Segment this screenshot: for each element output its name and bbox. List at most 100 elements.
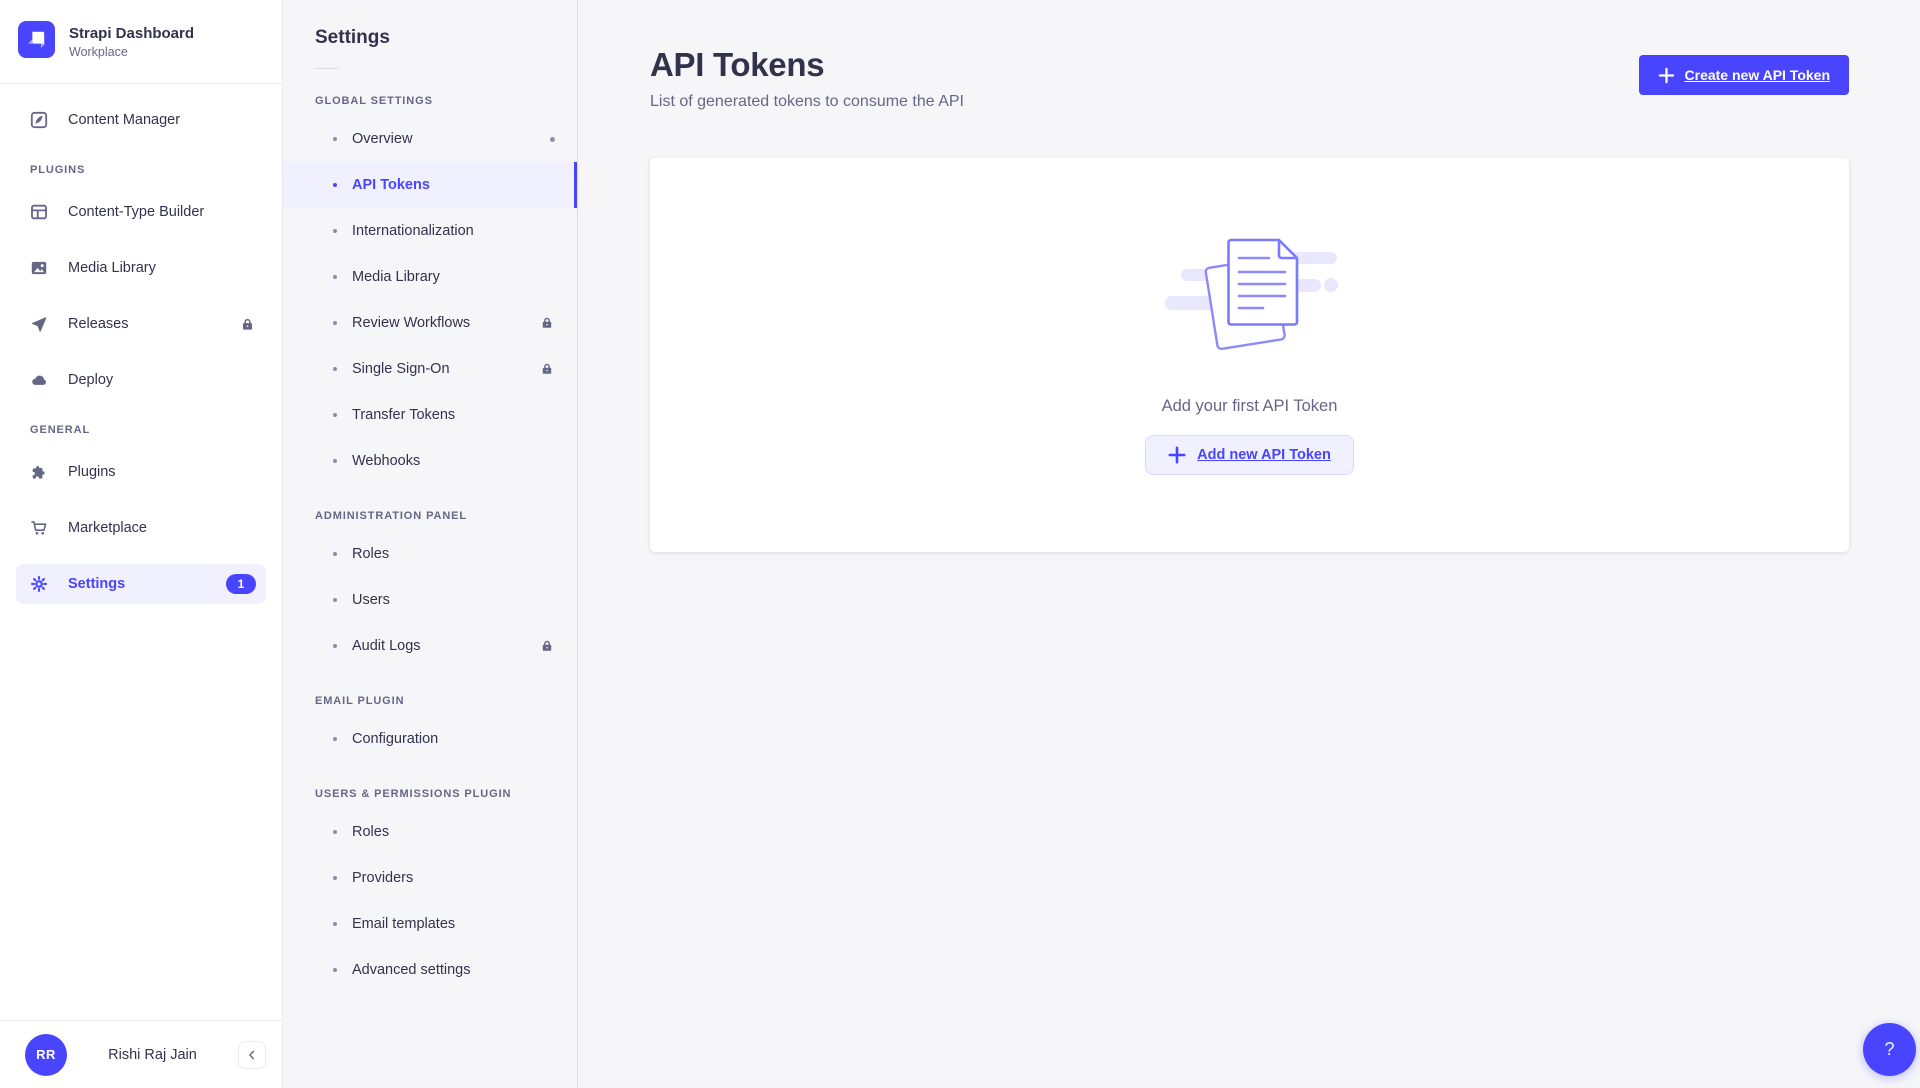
- main-sidebar: Strapi Dashboard Workplace Content Manag…: [0, 0, 283, 1088]
- sidebar-item-releases[interactable]: Releases: [16, 304, 266, 344]
- workspace-subtitle: Workplace: [69, 45, 194, 59]
- settings-notification-badge: 1: [226, 574, 256, 594]
- sidebar-item-marketplace[interactable]: Marketplace: [16, 508, 266, 548]
- sidebar-item-content-manager[interactable]: Content Manager: [16, 100, 266, 140]
- subnav-item-webhooks[interactable]: Webhooks: [283, 438, 577, 484]
- add-api-token-label: Add new API Token: [1197, 447, 1331, 463]
- cloud-icon: [30, 371, 48, 389]
- collapse-sidebar-button[interactable]: [238, 1041, 266, 1069]
- add-api-token-button[interactable]: Add new API Token: [1145, 435, 1354, 475]
- subnav-item-providers[interactable]: Providers: [283, 855, 577, 901]
- subnav-item-media-library[interactable]: Media Library: [283, 254, 577, 300]
- main-nav: Content Manager PLUGINS Content-Type Bui…: [0, 84, 282, 1020]
- subnav-item-roles-up[interactable]: Roles: [283, 809, 577, 855]
- sidebar-item-label: Media Library: [68, 260, 156, 276]
- subnav-item-label: Email templates: [352, 916, 455, 932]
- bullet-icon: [333, 459, 337, 463]
- subnav-item-label: Overview: [352, 131, 412, 147]
- sidebar-item-settings[interactable]: Settings 1: [16, 564, 266, 604]
- subnav-item-users[interactable]: Users: [283, 577, 577, 623]
- sidebar-item-deploy[interactable]: Deploy: [16, 360, 266, 400]
- cart-icon: [30, 519, 48, 537]
- bullet-icon: [333, 552, 337, 556]
- subnav-item-label: Media Library: [352, 269, 440, 285]
- create-api-token-button[interactable]: Create new API Token: [1639, 55, 1849, 95]
- subnav-item-advanced-settings[interactable]: Advanced settings: [283, 947, 577, 993]
- subnav-section-global-settings: GLOBAL SETTINGS: [315, 95, 577, 107]
- page-title: API Tokens: [650, 46, 964, 84]
- subnav-divider: [315, 68, 339, 69]
- settings-subnav: Settings GLOBAL SETTINGS Overview API To…: [283, 0, 578, 1088]
- subnav-item-roles-admin[interactable]: Roles: [283, 531, 577, 577]
- empty-state-card: Add your first API Token Add new API Tok…: [650, 158, 1849, 552]
- create-api-token-label: Create new API Token: [1685, 67, 1830, 83]
- subnav-item-transfer-tokens[interactable]: Transfer Tokens: [283, 392, 577, 438]
- subnav-section-email-plugin: EMAIL PLUGIN: [315, 695, 577, 707]
- bullet-icon: [333, 229, 337, 233]
- subnav-item-label: Configuration: [352, 731, 438, 747]
- bullet-icon: [333, 598, 337, 602]
- subnav-item-label: Providers: [352, 870, 413, 886]
- subnav-item-api-tokens[interactable]: API Tokens: [283, 162, 577, 208]
- app-root: Strapi Dashboard Workplace Content Manag…: [0, 0, 1920, 1088]
- sidebar-item-media-library[interactable]: Media Library: [16, 248, 266, 288]
- subnav-item-label: API Tokens: [352, 177, 430, 193]
- bullet-icon: [333, 367, 337, 371]
- subnav-item-label: Advanced settings: [352, 962, 471, 978]
- help-button[interactable]: ?: [1863, 1023, 1916, 1076]
- puzzle-icon: [30, 463, 48, 481]
- subnav-item-review-workflows[interactable]: Review Workflows: [283, 300, 577, 346]
- bullet-icon: [333, 413, 337, 417]
- bullet-icon: [333, 321, 337, 325]
- subnav-section-administration-panel: ADMINISTRATION PANEL: [315, 510, 577, 522]
- layout-icon: [30, 203, 48, 221]
- lock-icon: [539, 638, 555, 654]
- main-content: API Tokens List of generated tokens to c…: [578, 0, 1920, 1088]
- subnav-item-label: Roles: [352, 546, 389, 562]
- bullet-icon: [333, 275, 337, 279]
- bullet-icon: [333, 830, 337, 834]
- sidebar-item-label: Content Manager: [68, 112, 180, 128]
- sidebar-item-label: Settings: [68, 576, 125, 592]
- subnav-title: Settings: [283, 0, 577, 49]
- workspace-switcher[interactable]: Strapi Dashboard Workplace: [0, 0, 282, 84]
- subnav-item-configuration[interactable]: Configuration: [283, 716, 577, 762]
- bullet-icon: [333, 644, 337, 648]
- sidebar-item-plugins[interactable]: Plugins: [16, 452, 266, 492]
- sidebar-item-content-type-builder[interactable]: Content-Type Builder: [16, 192, 266, 232]
- empty-state-message: Add your first API Token: [1162, 397, 1338, 416]
- subnav-item-overview[interactable]: Overview: [283, 116, 577, 162]
- plus-icon: [1658, 67, 1675, 84]
- content-manager-icon: [30, 111, 48, 129]
- subnav-item-audit-logs[interactable]: Audit Logs: [283, 623, 577, 669]
- strapi-logo-icon: [18, 21, 55, 63]
- documents-illustration-icon: [1159, 232, 1341, 365]
- sidebar-item-label: Marketplace: [68, 520, 147, 536]
- sidebar-item-label: Plugins: [68, 464, 116, 480]
- page-header: API Tokens List of generated tokens to c…: [650, 46, 1849, 111]
- chevron-left-icon: [245, 1048, 259, 1062]
- subnav-item-label: Internationalization: [352, 223, 474, 239]
- notification-dot-icon: [550, 137, 555, 142]
- plus-icon: [1168, 446, 1186, 464]
- subnav-item-email-templates[interactable]: Email templates: [283, 901, 577, 947]
- workspace-title: Strapi Dashboard: [69, 25, 194, 42]
- gear-icon: [30, 575, 48, 593]
- subnav-item-label: Transfer Tokens: [352, 407, 455, 423]
- subnav-item-label: Review Workflows: [352, 315, 470, 331]
- subnav-item-single-sign-on[interactable]: Single Sign-On: [283, 346, 577, 392]
- bullet-icon: [333, 737, 337, 741]
- subnav-item-label: Audit Logs: [352, 638, 421, 654]
- sidebar-item-label: Releases: [68, 316, 128, 332]
- sidebar-section-general: GENERAL: [30, 424, 266, 436]
- image-icon: [30, 259, 48, 277]
- lock-icon: [539, 315, 555, 331]
- subnav-item-internationalization[interactable]: Internationalization: [283, 208, 577, 254]
- page-subtitle: List of generated tokens to consume the …: [650, 93, 964, 111]
- avatar[interactable]: RR: [25, 1034, 67, 1076]
- lock-icon: [539, 361, 555, 377]
- sidebar-item-label: Deploy: [68, 372, 113, 388]
- bullet-icon: [333, 968, 337, 972]
- subnav-section-users-permissions: USERS & PERMISSIONS PLUGIN: [315, 788, 577, 800]
- bullet-icon: [333, 876, 337, 880]
